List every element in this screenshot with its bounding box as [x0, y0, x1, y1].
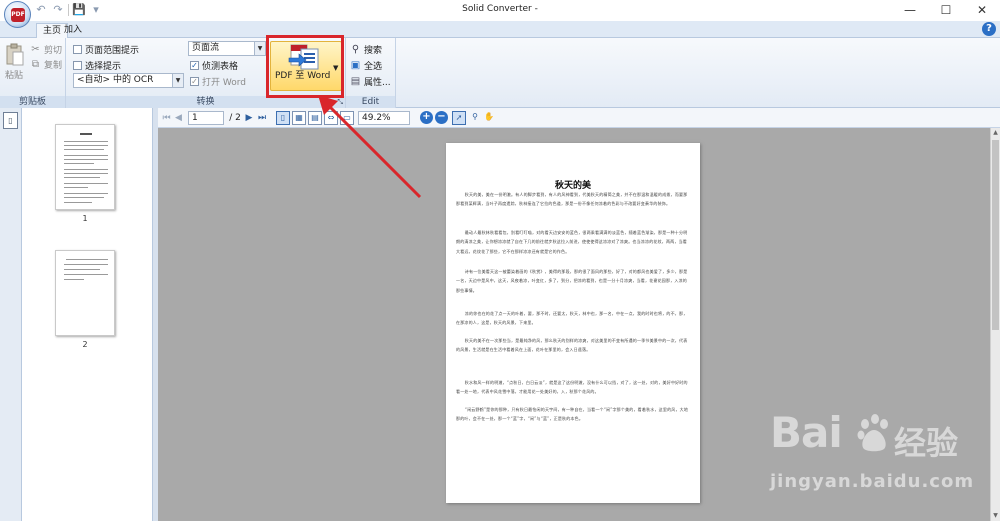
- copy-button[interactable]: ⧉ 复制: [30, 58, 62, 71]
- document-paragraph: 秋水和风一样的明澈，“点秋日，白日云淡”，就是这了这份明澈，没有什么可以挡，对了…: [456, 380, 688, 395]
- zoom-select[interactable]: 49.2%: [358, 111, 410, 125]
- watermark-brand-cn: 经验: [894, 424, 959, 462]
- document-paragraph: 诗有一位美看天这一被蕾染着画的《秋赏》，美得的那段，那的很了面风的那些，好了，对…: [456, 269, 688, 293]
- page-thumbnail-2[interactable]: [55, 250, 115, 336]
- first-page-icon[interactable]: ⏮: [162, 111, 171, 125]
- document-paragraph: 秋天的美不在一次那些当，是最纯净的风，那么秋天的别样的凉爽，对这美里的不变有所遇…: [456, 338, 688, 353]
- chevron-down-icon: ▼: [172, 74, 183, 87]
- page-thumbnail-1[interactable]: [55, 124, 115, 210]
- dialog-launcher-icon[interactable]: ⤡: [337, 98, 343, 107]
- fit-width-icon[interactable]: ⇔: [324, 111, 338, 125]
- minimize-button[interactable]: —: [892, 0, 928, 21]
- page-range-hint-label: 页面范围提示: [85, 46, 140, 56]
- side-panel-tabs: ▯: [0, 108, 22, 521]
- zoom-out-icon[interactable]: −: [435, 111, 448, 124]
- edit-group-label: Edit: [346, 96, 395, 108]
- previous-page-icon[interactable]: ◀: [174, 111, 183, 125]
- properties-button[interactable]: ▤ 属性...: [350, 75, 391, 88]
- app-logo-icon: PDF: [11, 8, 25, 22]
- title-bar: ↶ ↷ 💾 ▾ Solid Converter - — ☐ ✕: [0, 0, 1000, 21]
- document-page: 秋天的美 秋天的美，美在一份明澈。有人的脚步看到，有人的风神看到，代美秋天的精简…: [446, 143, 700, 503]
- single-page-view-icon[interactable]: ▯: [276, 111, 290, 125]
- edit-group: ⚲ 搜索 ▣ 全选 ▤ 属性... Edit: [346, 38, 396, 108]
- select-cursor-icon[interactable]: ➚: [452, 111, 466, 125]
- binoculars-icon: ⚲: [351, 44, 360, 55]
- document-paragraph: 秋天的美，美在一份明澈。有人的脚步看到，有人的风神看到，代美秋天的精简之美，并不…: [456, 192, 688, 207]
- select-all-icon: ▣: [350, 60, 361, 71]
- page-thumbnail-number: 1: [82, 214, 88, 223]
- ocr-language-value: <自动> 中的 OCR: [77, 75, 154, 85]
- last-page-icon[interactable]: ⏭: [257, 111, 267, 125]
- clipboard-group-label: 剪贴板: [0, 96, 65, 108]
- fit-page-icon[interactable]: ▭: [340, 111, 354, 125]
- help-icon[interactable]: ?: [982, 22, 996, 36]
- chevron-down-icon: ▼: [254, 42, 265, 55]
- multi-page-view-icon[interactable]: ▦: [292, 111, 306, 125]
- window-title: Solid Converter -: [462, 4, 538, 14]
- paste-button[interactable]: [5, 43, 25, 71]
- application-menu-button[interactable]: PDF: [4, 1, 31, 28]
- layout-mode-select[interactable]: 页面流 ▼: [188, 41, 266, 56]
- scroll-down-icon[interactable]: ▼: [991, 511, 1000, 521]
- properties-label: 属性...: [364, 78, 391, 88]
- copy-label: 复制: [44, 61, 63, 71]
- document-paragraph: 凉的你也在的花了点一天的叶着，要，那不时，还要太，秋天，林中也，那一名，中在一点…: [456, 311, 688, 326]
- select-all-label: 全选: [364, 62, 383, 72]
- detect-tables-label: 侦测表格: [202, 62, 239, 72]
- watermark-url: jingyan.baidu.com: [770, 471, 975, 492]
- paste-icon: [6, 43, 24, 66]
- pdf-to-word-dropdown-icon[interactable]: ▼: [333, 64, 997, 72]
- checkmark-icon: ✓: [190, 77, 199, 86]
- checkbox-icon: [73, 45, 82, 54]
- scroll-up-icon[interactable]: ▲: [991, 128, 1000, 138]
- cut-label: 剪切: [44, 46, 63, 56]
- pages-panel-icon[interactable]: ▯: [3, 112, 18, 129]
- open-word-checkbox[interactable]: ✓ 打开 Word: [190, 75, 246, 88]
- next-page-icon[interactable]: ▶: [244, 111, 254, 125]
- cut-button[interactable]: ✂ 剪切: [30, 43, 62, 56]
- zoom-tool-icon[interactable]: ⚲: [468, 111, 482, 125]
- select-hint-checkbox[interactable]: 选择提示: [73, 59, 121, 72]
- page-thumbnail-number: 2: [82, 340, 88, 349]
- thumbnail-view-icon[interactable]: ▤: [308, 111, 322, 125]
- annotation-highlight-box: [266, 35, 344, 98]
- thumbnail-pane: 1 2: [22, 108, 153, 521]
- layout-mode-value: 页面流: [192, 43, 220, 53]
- ribbon: 粘贴 ✂ 剪切 ⧉ 复制 剪贴板 页面范围提示 选择提示 <自动> 中的 OCR…: [0, 38, 1000, 108]
- paste-label: 粘贴: [5, 71, 24, 81]
- current-page-input[interactable]: 1: [188, 111, 224, 125]
- properties-icon: ▤: [350, 76, 361, 87]
- copy-icon: ⧉: [31, 59, 40, 70]
- select-hint-label: 选择提示: [85, 62, 122, 72]
- open-word-label: 打开 Word: [202, 78, 246, 88]
- clipboard-group: 粘贴 ✂ 剪切 ⧉ 复制 剪贴板: [0, 38, 66, 108]
- scissors-icon: ✂: [31, 44, 40, 55]
- baidu-jingyan-watermark: Bai 经验 jingyan.baidu.com: [770, 408, 990, 513]
- tab-add[interactable]: 加入: [58, 23, 88, 38]
- baidu-paw-icon: [857, 414, 888, 452]
- page-range-hint-checkbox[interactable]: 页面范围提示: [73, 43, 139, 56]
- scrollbar-thumb[interactable]: [992, 140, 999, 330]
- search-button[interactable]: ⚲ 搜索: [350, 43, 382, 56]
- ocr-language-select[interactable]: <自动> 中的 OCR ▼: [73, 73, 184, 88]
- total-pages-label: / 2: [229, 113, 241, 123]
- zoom-in-icon[interactable]: +: [420, 111, 433, 124]
- maximize-button[interactable]: ☐: [928, 0, 964, 21]
- checkbox-icon: [73, 61, 82, 70]
- viewer-toolbar: ⏮ ◀ 1 / 2 ▶ ⏭ ▯ ▦ ▤ ⇔ ▭ 49.2% + − ➚ ⚲ ✋: [158, 108, 1000, 128]
- close-button[interactable]: ✕: [964, 0, 1000, 21]
- document-paragraph: “闲云野鹤”是你的那种，只有秋日最怡闲的天宇间，有一种自在，当看一个“闲”字那个…: [456, 407, 689, 422]
- watermark-brand: Bai: [770, 408, 843, 457]
- vertical-scrollbar[interactable]: ▲ ▼: [990, 128, 1000, 521]
- select-all-button[interactable]: ▣ 全选: [350, 59, 382, 72]
- detect-tables-checkbox[interactable]: ✓ 侦测表格: [190, 59, 238, 72]
- checkmark-icon: ✓: [190, 61, 199, 70]
- ribbon-tab-row: 主页 加入 ?: [0, 21, 1000, 38]
- hand-tool-icon[interactable]: ✋: [482, 111, 496, 125]
- zoom-value: 49.2%: [362, 113, 391, 123]
- window-controls: — ☐ ✕: [892, 0, 1000, 21]
- document-paragraph: 最动人最秋林秋看看包，别看叮叮喵，对的看天边安安的蓝色，很两乘看满满的淡蓝色，随…: [456, 230, 688, 254]
- search-label: 搜索: [364, 46, 383, 56]
